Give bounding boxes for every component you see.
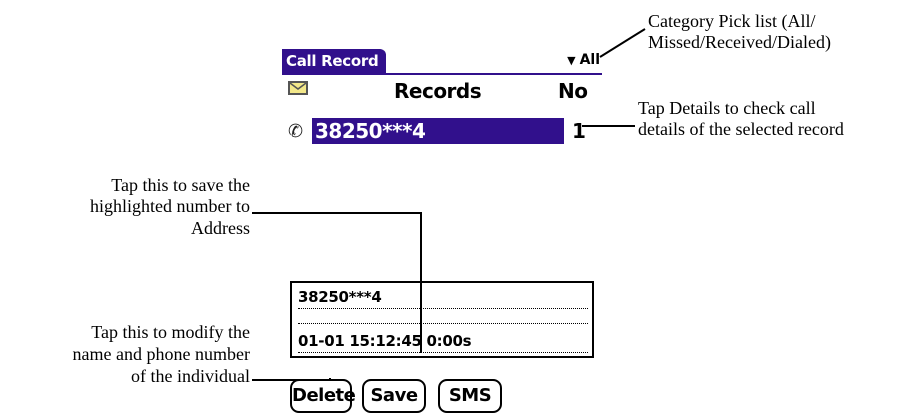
- detail-name: [298, 310, 588, 324]
- sms-button[interactable]: SMS: [438, 379, 502, 413]
- details-callout-line1: Tap Details to check call: [638, 98, 816, 118]
- mail-icon[interactable]: [288, 81, 308, 95]
- detail-number: 38250***4: [298, 288, 588, 309]
- record-count: 1: [572, 119, 586, 143]
- call-record-screen: Call Record ▼ All Records No ✆ 38250***4 …: [282, 49, 602, 413]
- detail-datetime: 01-01 15:12:45 0:00s: [298, 332, 588, 353]
- call-details-box[interactable]: 38250***4 01-01 15:12:45 0:00s: [290, 281, 594, 358]
- delete-callout-line1: Tap this to modify the: [91, 322, 250, 342]
- category-value: All: [579, 52, 600, 68]
- app-title: Call Record: [282, 49, 387, 73]
- delete-callout-line3: of the individual: [131, 366, 250, 386]
- category-leader-line: [599, 28, 646, 58]
- no-column-header: No: [558, 79, 588, 103]
- records-column-header: Records: [394, 79, 482, 103]
- save-callout-line2: highlighted number to: [90, 196, 250, 216]
- category-callout-line2: Missed/Received/Dialed): [648, 32, 831, 52]
- category-callout-line1: Category Pick list (All/: [648, 11, 816, 31]
- dropdown-arrow-icon: ▼: [567, 54, 576, 67]
- details-callout-line2: details of the selected record: [638, 119, 844, 139]
- save-callout-line1: Tap this to save the: [111, 175, 250, 195]
- delete-callout-line2: name and phone number: [72, 344, 250, 364]
- delete-button[interactable]: Delete: [290, 379, 356, 413]
- record-row-selected[interactable]: 38250***4: [312, 118, 564, 144]
- title-bar: Call Record ▼ All: [282, 49, 602, 75]
- save-button[interactable]: Save: [362, 379, 426, 413]
- phone-icon: ✆: [288, 121, 304, 142]
- save-callout-line3: Address: [191, 218, 250, 238]
- category-pick-list[interactable]: ▼ All: [567, 52, 600, 68]
